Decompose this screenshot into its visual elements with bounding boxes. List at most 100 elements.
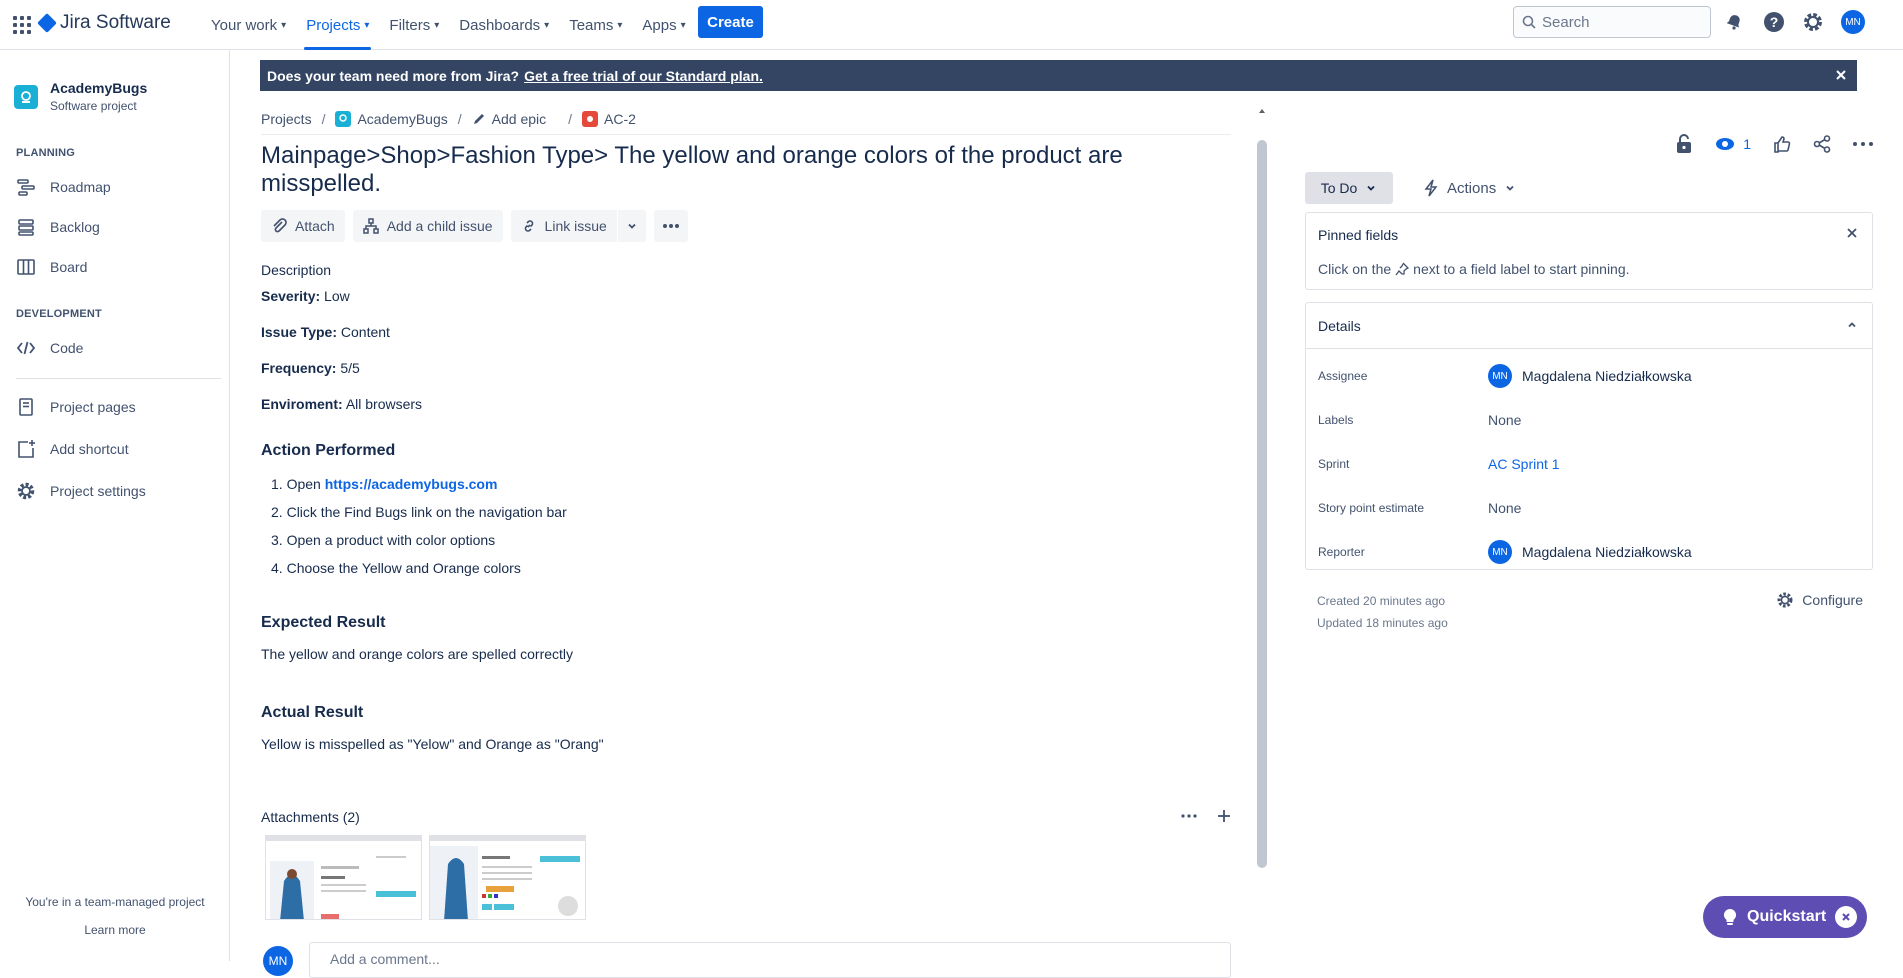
more-actions-button[interactable] [653,210,688,242]
more-icon[interactable] [1853,142,1873,146]
menu-your-work[interactable]: Your work ▾ [205,0,292,50]
menu-label: Teams [569,16,614,34]
sidebar-item-project-settings[interactable]: Project settings [16,479,146,503]
field-issue-type: Issue Type: Content [261,322,1221,342]
reporter-field[interactable]: MN Magdalena Niedziałkowska [1488,540,1692,564]
link-icon [524,220,533,232]
sidebar-item-board[interactable]: Board [16,255,87,279]
action-performed-heading: Action Performed [261,442,396,459]
issue-description[interactable]: Description Severity: Low Issue Type: Co… [261,262,1221,752]
scrollbar-thumb[interactable] [1257,140,1267,868]
board-icon [17,259,35,275]
banner-trial-link[interactable]: Get a free trial of our Standard plan. [524,68,763,84]
detail-label: Labels [1318,413,1354,427]
breadcrumb: Projects / AcademyBugs / Add epic / AC-2 [261,109,636,129]
attachment-thumbnail[interactable] [265,835,422,920]
main-scrollbar[interactable] [1253,104,1267,961]
banner-text: Does your team need more from Jira? [267,67,520,84]
story-points-field[interactable]: None [1488,500,1521,516]
breadcrumb-add-epic[interactable]: Add epic [472,111,546,127]
add-icon[interactable] [1217,809,1231,823]
labels-field[interactable]: None [1488,412,1521,428]
list-item: 2. Click the Find Bugs link on the navig… [261,502,1221,522]
issue-timestamps: Created 20 minutes ago Updated 18 minute… [1317,590,1448,634]
sidebar-item-project-pages[interactable]: Project pages [16,395,136,419]
watchers-count: 1 [1743,136,1751,152]
sidebar-item-add-shortcut[interactable]: Add shortcut [16,437,129,461]
field-key: Frequency: [261,360,337,376]
link-issue-dropdown[interactable] [616,210,646,242]
share-icon[interactable] [1813,135,1831,153]
issue-main: Projects / AcademyBugs / Add epic / AC-2… [261,104,1231,978]
attach-button[interactable]: Attach [261,210,345,242]
breadcrumb-projects[interactable]: Projects [261,111,312,127]
user-avatar[interactable]: MN [1841,10,1865,34]
thumbs-up-icon[interactable] [1773,135,1791,153]
detail-label: Assignee [1318,369,1368,383]
settings-icon[interactable] [1801,10,1825,34]
link-issue-button[interactable]: Link issue [510,210,617,242]
field-key: Severity: [261,288,321,304]
academybugs-link[interactable]: https://academybugs.com [325,476,498,492]
sprint-link[interactable]: AC Sprint 1 [1488,456,1560,472]
jira-logo[interactable]: Jira Software [37,12,171,34]
menu-dashboards[interactable]: Dashboards ▾ [453,0,555,50]
project-header[interactable]: AcademyBugs Software project [14,80,147,113]
more-icon[interactable] [1181,814,1197,818]
lightbulb-icon [1723,908,1737,925]
sidebar-item-label: Board [50,259,88,275]
close-icon[interactable] [1834,68,1848,82]
attachments-label: Attachments (2) [261,809,360,825]
attachment-thumbnail[interactable] [429,835,586,920]
svg-text:?: ? [1770,14,1779,30]
sidebar-item-roadmap[interactable]: Roadmap [16,175,111,199]
menu-label: Projects [306,16,361,34]
help-icon[interactable]: ? [1762,10,1786,34]
issue-title[interactable]: Mainpage>Shop>Fashion Type> The yellow a… [261,142,1221,198]
quickstart-label: Quickstart [1747,908,1827,925]
hierarchy-icon [362,218,379,234]
configure-button[interactable]: Configure [1776,591,1863,609]
watchers-button[interactable]: 1 [1715,136,1751,152]
breadcrumb-separator: / [321,111,326,127]
scroll-up-icon[interactable] [1255,106,1269,116]
menu-filters[interactable]: Filters ▾ [383,0,445,50]
sidebar-item-code[interactable]: Code [16,336,83,360]
details-header[interactable]: Details [1306,303,1872,349]
step-text: Open [286,476,325,492]
menu-apps[interactable]: Apps ▾ [636,0,691,50]
menu-label: Apps [642,16,677,34]
create-button[interactable]: Create [698,6,763,38]
issue-side-panel: 1 To Do Actions Pinned fields Click on t… [1305,104,1873,961]
chevron-down-icon: ▾ [680,19,686,31]
project-name: AcademyBugs [50,80,148,96]
lock-icon[interactable] [1675,134,1693,154]
issue-toolbar: 1 [1675,134,1873,154]
breadcrumb-project[interactable]: AcademyBugs [335,111,448,127]
notifications-icon[interactable] [1722,10,1746,34]
code-icon [16,341,36,355]
search-input[interactable]: Search [1513,6,1711,38]
add-child-issue-button[interactable]: Add a child issue [352,210,503,242]
app-switcher-icon[interactable] [10,13,34,37]
detail-row-reporter: Reporter MN Magdalena Niedziałkowska [1318,538,1858,566]
field-value: Content [340,324,390,340]
quickstart-button[interactable]: Quickstart [1703,896,1867,938]
menu-projects[interactable]: Projects ▾ [300,0,375,50]
chevron-down-icon: ▾ [364,19,370,31]
sidebar-divider [16,378,221,379]
chevron-down-icon: ▾ [434,19,440,31]
assignee-field[interactable]: MN Magdalena Niedziałkowska [1488,364,1692,388]
status-dropdown[interactable]: To Do [1305,172,1393,204]
actions-dropdown[interactable]: Actions [1415,172,1524,204]
breadcrumb-issue-key[interactable]: AC-2 [582,111,636,127]
menu-teams[interactable]: Teams ▾ [563,0,628,50]
close-icon[interactable] [1835,906,1857,928]
close-icon[interactable] [1846,227,1858,239]
detail-row-labels: Labels None [1318,406,1858,434]
avatar: MN [1488,540,1512,564]
sidebar-item-backlog[interactable]: Backlog [16,215,100,239]
sidebar-item-label: Project settings [50,483,146,499]
comment-input[interactable]: Add a comment... [309,942,1231,978]
learn-more-link[interactable]: Learn more [0,923,230,937]
